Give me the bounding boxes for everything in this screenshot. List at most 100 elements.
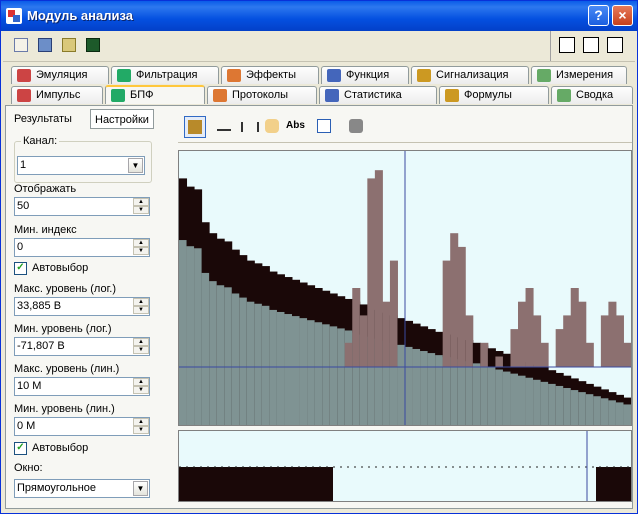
spectrum-plot[interactable] xyxy=(178,150,632,426)
protocol-icon xyxy=(213,89,227,102)
gray-bar xyxy=(585,394,594,425)
gray-bar xyxy=(427,353,436,425)
checkmark-icon: ✓ xyxy=(14,262,27,275)
tab-row2-label: Импульс xyxy=(36,89,81,101)
star-doc-icon xyxy=(14,38,28,52)
chevron-down-icon[interactable]: ▼ xyxy=(133,481,148,496)
tools-button[interactable] xyxy=(59,35,79,55)
min-lin-input[interactable]: 0 M ▲ ▼ xyxy=(14,417,150,436)
pen-button[interactable] xyxy=(214,116,234,136)
gray-bar xyxy=(307,320,316,425)
gray-bar xyxy=(322,324,331,425)
tab-row1-label: Измерения xyxy=(556,69,614,81)
title-bar[interactable]: Модуль анализа ? × xyxy=(1,1,637,31)
tab-results[interactable]: Результаты xyxy=(10,109,76,129)
panel-maximize-button[interactable] xyxy=(607,37,623,53)
book-button[interactable] xyxy=(35,35,55,55)
abs-button[interactable]: Abs xyxy=(286,116,310,136)
mauve-bar xyxy=(465,315,474,367)
oscilloscope-button[interactable] xyxy=(83,35,103,55)
gray-bar xyxy=(600,398,609,425)
min-log-input[interactable]: -71,807 В ▲ ▼ xyxy=(14,337,150,356)
overview-plot[interactable] xyxy=(178,430,632,502)
max-lin-input[interactable]: 10 M ▲ ▼ xyxy=(14,377,150,396)
gray-bar xyxy=(231,293,240,425)
tab-row1-5[interactable]: Измерения xyxy=(531,66,627,84)
tab-content: Результаты Настройки Канал: 1 ▼ Отобража… xyxy=(5,105,633,509)
tab-row1-0[interactable]: Эмуляция xyxy=(11,66,109,84)
autoselect-checkbox-2[interactable]: ✓ Автовыбор xyxy=(14,441,88,455)
tab-row2-label: Сводка xyxy=(576,89,614,101)
max-log-spinner[interactable]: ▲ ▼ xyxy=(133,298,149,315)
tab-row1-2[interactable]: Эффекты xyxy=(221,66,319,84)
gray-bar xyxy=(201,272,210,425)
gray-bar xyxy=(533,379,542,425)
wave-icon xyxy=(17,69,31,82)
tab-row1-3[interactable]: Функция xyxy=(321,66,409,84)
bars-button[interactable] xyxy=(238,116,259,136)
min-index-input[interactable]: 0 ▲ ▼ xyxy=(14,238,150,257)
settings-panel: Результаты Настройки Канал: 1 ▼ Отобража… xyxy=(6,106,166,508)
table-button[interactable] xyxy=(314,116,334,136)
gray-bar xyxy=(608,400,617,425)
mauve-bar xyxy=(344,342,353,367)
tab-row1-1[interactable]: Фильтрация xyxy=(111,66,219,84)
plot-settings-button[interactable] xyxy=(184,116,206,138)
min-index-spinner[interactable]: ▲ ▼ xyxy=(133,239,149,256)
gray-bar xyxy=(412,348,421,425)
min-lin-spinner[interactable]: ▲ ▼ xyxy=(133,418,149,435)
panel-minimize-button[interactable] xyxy=(583,37,599,53)
gray-bar xyxy=(216,285,225,425)
effects-icon xyxy=(227,69,241,82)
gray-bar xyxy=(578,392,587,425)
gray-bar xyxy=(314,322,323,425)
max-log-input[interactable]: 33,885 В ▲ ▼ xyxy=(14,297,150,316)
gray-bar xyxy=(615,402,624,425)
tab-row2-3[interactable]: Статистика xyxy=(319,86,437,104)
tab-row1-4[interactable]: Сигнализация xyxy=(411,66,529,84)
dock-button[interactable] xyxy=(559,37,575,53)
mauve-bar xyxy=(457,246,466,367)
close-button[interactable]: × xyxy=(612,5,633,26)
max-lin-spinner[interactable]: ▲ ▼ xyxy=(133,378,149,395)
display-spinner[interactable]: ▲ ▼ xyxy=(133,198,149,215)
overview-chart xyxy=(179,431,631,501)
mauve-bar xyxy=(585,342,594,367)
function-icon xyxy=(327,69,341,82)
window-type-select[interactable]: Прямоугольное ▼ xyxy=(14,479,150,498)
chevron-down-icon[interactable]: ▼ xyxy=(128,158,143,173)
channel-select[interactable]: 1 ▼ xyxy=(17,156,145,175)
gray-bar xyxy=(548,383,557,425)
min-log-spinner[interactable]: ▲ ▼ xyxy=(133,338,149,355)
min-index-label: Мин. индекс xyxy=(14,224,77,236)
star-doc-button[interactable] xyxy=(11,35,31,55)
mauve-bar xyxy=(382,301,391,367)
gray-bar xyxy=(518,375,527,425)
gray-bar xyxy=(487,367,496,425)
tab-row2-5[interactable]: Сводка xyxy=(551,86,633,104)
main-toolbar xyxy=(3,31,635,62)
autoselect-checkbox-1[interactable]: ✓ Автовыбор xyxy=(14,261,88,275)
mauve-bar xyxy=(608,301,617,367)
tab-settings[interactable]: Настройки xyxy=(90,109,154,129)
tab-row2-label: Формулы xyxy=(464,89,512,101)
min-lin-value: 0 M xyxy=(17,420,36,432)
gray-bar xyxy=(179,240,188,425)
hand-button[interactable] xyxy=(262,116,282,136)
tab-row2-2[interactable]: Протоколы xyxy=(207,86,317,104)
display-input[interactable]: 50 ▲ ▼ xyxy=(14,197,150,216)
stats-icon xyxy=(325,89,339,102)
gray-bar xyxy=(540,381,549,425)
display-value: 50 xyxy=(17,200,30,212)
tab-row1-label: Функция xyxy=(346,69,390,81)
tab-row2-4[interactable]: Формулы xyxy=(439,86,549,104)
tab-row2-0[interactable]: Импульс xyxy=(11,86,103,104)
help-button[interactable]: ? xyxy=(588,5,609,26)
gray-bar xyxy=(420,351,429,425)
plot-toolbar: Abs xyxy=(178,114,632,143)
tools-icon xyxy=(62,38,76,52)
autoselect-label-2: Автовыбор xyxy=(32,442,89,454)
tab-row2-1[interactable]: БПФ xyxy=(105,85,205,104)
gray-bar xyxy=(284,314,293,425)
camera-button[interactable] xyxy=(346,116,366,136)
